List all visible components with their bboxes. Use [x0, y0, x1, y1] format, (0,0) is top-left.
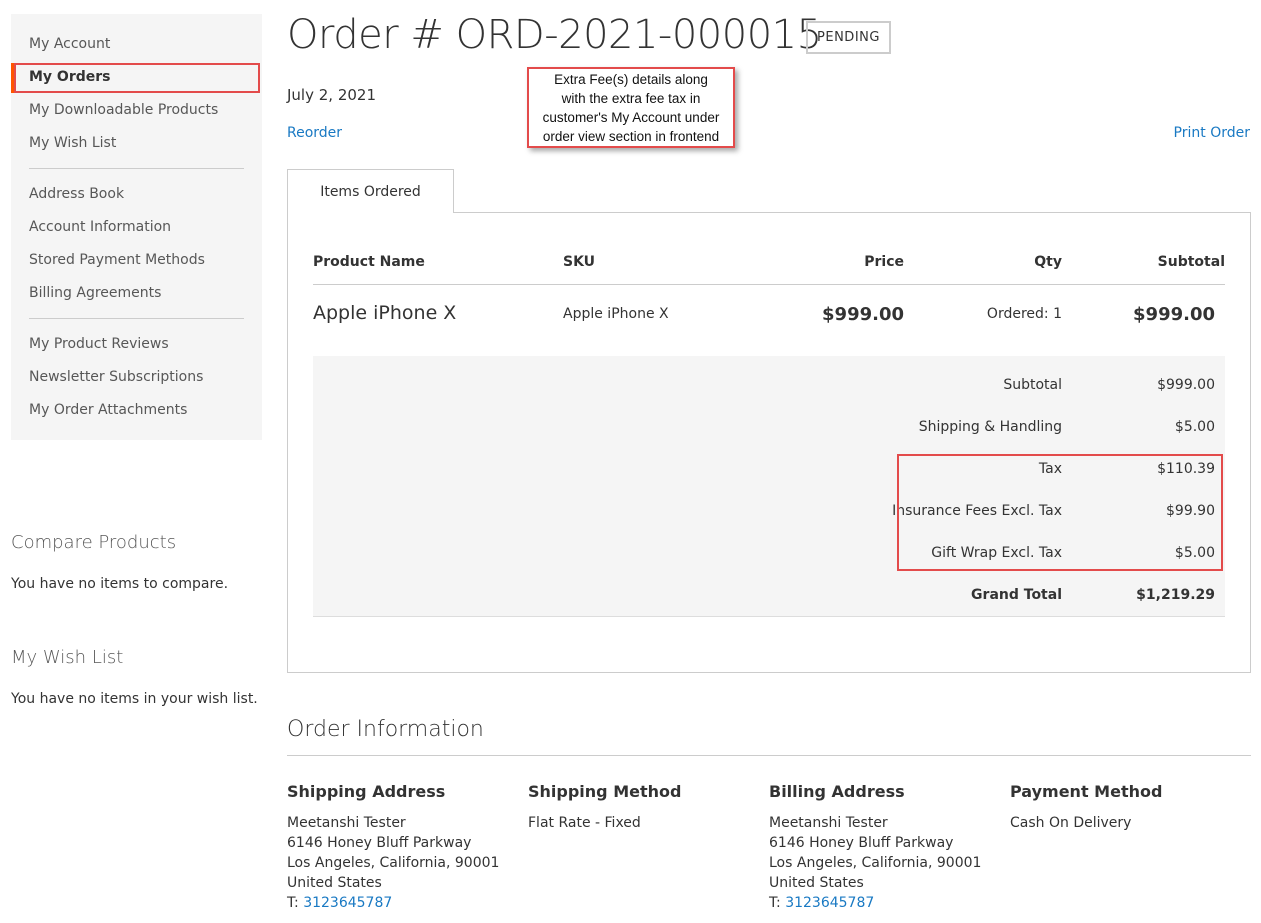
shipping-address-title: Shipping Address: [287, 782, 446, 801]
compare-products-title: Compare Products: [11, 532, 177, 553]
shipping-address-phone: T: 3123645787: [287, 893, 522, 913]
payment-method-value: Cash On Delivery: [1010, 815, 1132, 831]
billing-address-box: Billing Address Meetanshi Tester 6146 Ho…: [769, 782, 1004, 913]
totals-label-subtotal: Subtotal: [1003, 377, 1062, 393]
sidebar-divider: [29, 168, 244, 169]
sidebar-item-downloadable-products[interactable]: My Downloadable Products: [29, 101, 218, 119]
column-header-subtotal: Subtotal: [1157, 254, 1225, 270]
column-header-sku: SKU: [563, 254, 596, 270]
shipping-phone-link[interactable]: 3123645787: [303, 895, 392, 911]
wishlist-empty-text: You have no items in your wish list.: [11, 691, 258, 707]
totals-label-shipping: Shipping & Handling: [918, 419, 1062, 435]
payment-method-box: Payment Method Cash On Delivery: [1010, 782, 1245, 833]
shipping-address-box: Shipping Address Meetanshi Tester 6146 H…: [287, 782, 522, 913]
page-title: Order # ORD-2021-000015: [287, 12, 822, 58]
product-qty: Ordered: 1: [987, 306, 1062, 322]
sidebar-item-account-information[interactable]: Account Information: [29, 218, 171, 236]
sidebar-item-wish-list[interactable]: My Wish List: [29, 134, 116, 152]
product-sku: Apple iPhone X: [563, 306, 669, 322]
phone-label: T:: [769, 895, 781, 911]
sidebar-item-my-orders[interactable]: My Orders: [29, 68, 111, 86]
sidebar-item-my-account[interactable]: My Account: [29, 35, 110, 53]
shipping-address-name: Meetanshi Tester: [287, 815, 406, 831]
billing-address-name: Meetanshi Tester: [769, 815, 888, 831]
tab-items-ordered[interactable]: Items Ordered: [287, 169, 454, 213]
totals-label-grand-total: Grand Total: [971, 587, 1062, 603]
order-information-title: Order Information: [287, 717, 484, 742]
callout-line: Extra Fee(s) details along: [554, 72, 708, 87]
shipping-method-value: Flat Rate - Fixed: [528, 815, 641, 831]
totals-value-grand-total: $1,219.29: [1136, 587, 1215, 603]
annotation-callout: Extra Fee(s) details along with the extr…: [527, 67, 735, 148]
totals-value-shipping: $5.00: [1174, 419, 1215, 435]
billing-address-city: Los Angeles, California, 90001: [769, 855, 982, 871]
order-status-badge: PENDING: [806, 21, 891, 54]
section-divider: [287, 755, 1251, 756]
shipping-address-street: 6146 Honey Bluff Parkway: [287, 835, 472, 851]
sidebar-item-billing-agreements[interactable]: Billing Agreements: [29, 284, 161, 302]
product-subtotal: $999.00: [1133, 304, 1215, 325]
totals-value-subtotal: $999.00: [1157, 377, 1215, 393]
sidebar-item-address-book[interactable]: Address Book: [29, 185, 124, 203]
billing-phone-link[interactable]: 3123645787: [785, 895, 874, 911]
callout-line: with the extra fee tax in: [561, 91, 701, 106]
qty-value: 1: [1053, 306, 1062, 322]
shipping-address-city: Los Angeles, California, 90001: [287, 855, 500, 871]
billing-address-country: United States: [769, 875, 864, 891]
shipping-method-title: Shipping Method: [528, 782, 682, 801]
callout-line: customer's My Account under: [542, 110, 720, 125]
payment-method-title: Payment Method: [1010, 782, 1163, 801]
qty-label: Ordered:: [986, 306, 1049, 322]
billing-address-title: Billing Address: [769, 782, 905, 801]
reorder-link[interactable]: Reorder: [287, 125, 342, 141]
phone-label: T:: [287, 895, 299, 911]
compare-empty-text: You have no items to compare.: [11, 576, 229, 592]
sidebar-item-newsletter-subscriptions[interactable]: Newsletter Subscriptions: [29, 368, 203, 386]
product-price: $999.00: [822, 304, 904, 325]
account-sidebar: My Account My Orders My Downloadable Pro…: [11, 14, 262, 440]
sidebar-item-product-reviews[interactable]: My Product Reviews: [29, 335, 169, 353]
extra-fees-highlight-box: [897, 454, 1223, 571]
column-header-qty: Qty: [1034, 254, 1062, 270]
order-date: July 2, 2021: [287, 86, 376, 104]
print-order-link[interactable]: Print Order: [1174, 125, 1250, 141]
table-header-divider: [313, 284, 1225, 285]
billing-address-phone: T: 3123645787: [769, 893, 1004, 913]
callout-line: order view section in frontend: [542, 129, 720, 144]
column-header-price: Price: [864, 254, 904, 270]
product-name: Apple iPhone X: [313, 302, 457, 324]
shipping-method-box: Shipping Method Flat Rate - Fixed: [528, 782, 763, 833]
wishlist-block-title: My Wish List: [11, 647, 124, 668]
column-header-product-name: Product Name: [313, 254, 425, 270]
sidebar-item-order-attachments[interactable]: My Order Attachments: [29, 401, 187, 419]
billing-address-street: 6146 Honey Bluff Parkway: [769, 835, 954, 851]
shipping-address-country: United States: [287, 875, 382, 891]
sidebar-item-stored-payment-methods[interactable]: Stored Payment Methods: [29, 251, 205, 269]
sidebar-divider: [29, 318, 244, 319]
